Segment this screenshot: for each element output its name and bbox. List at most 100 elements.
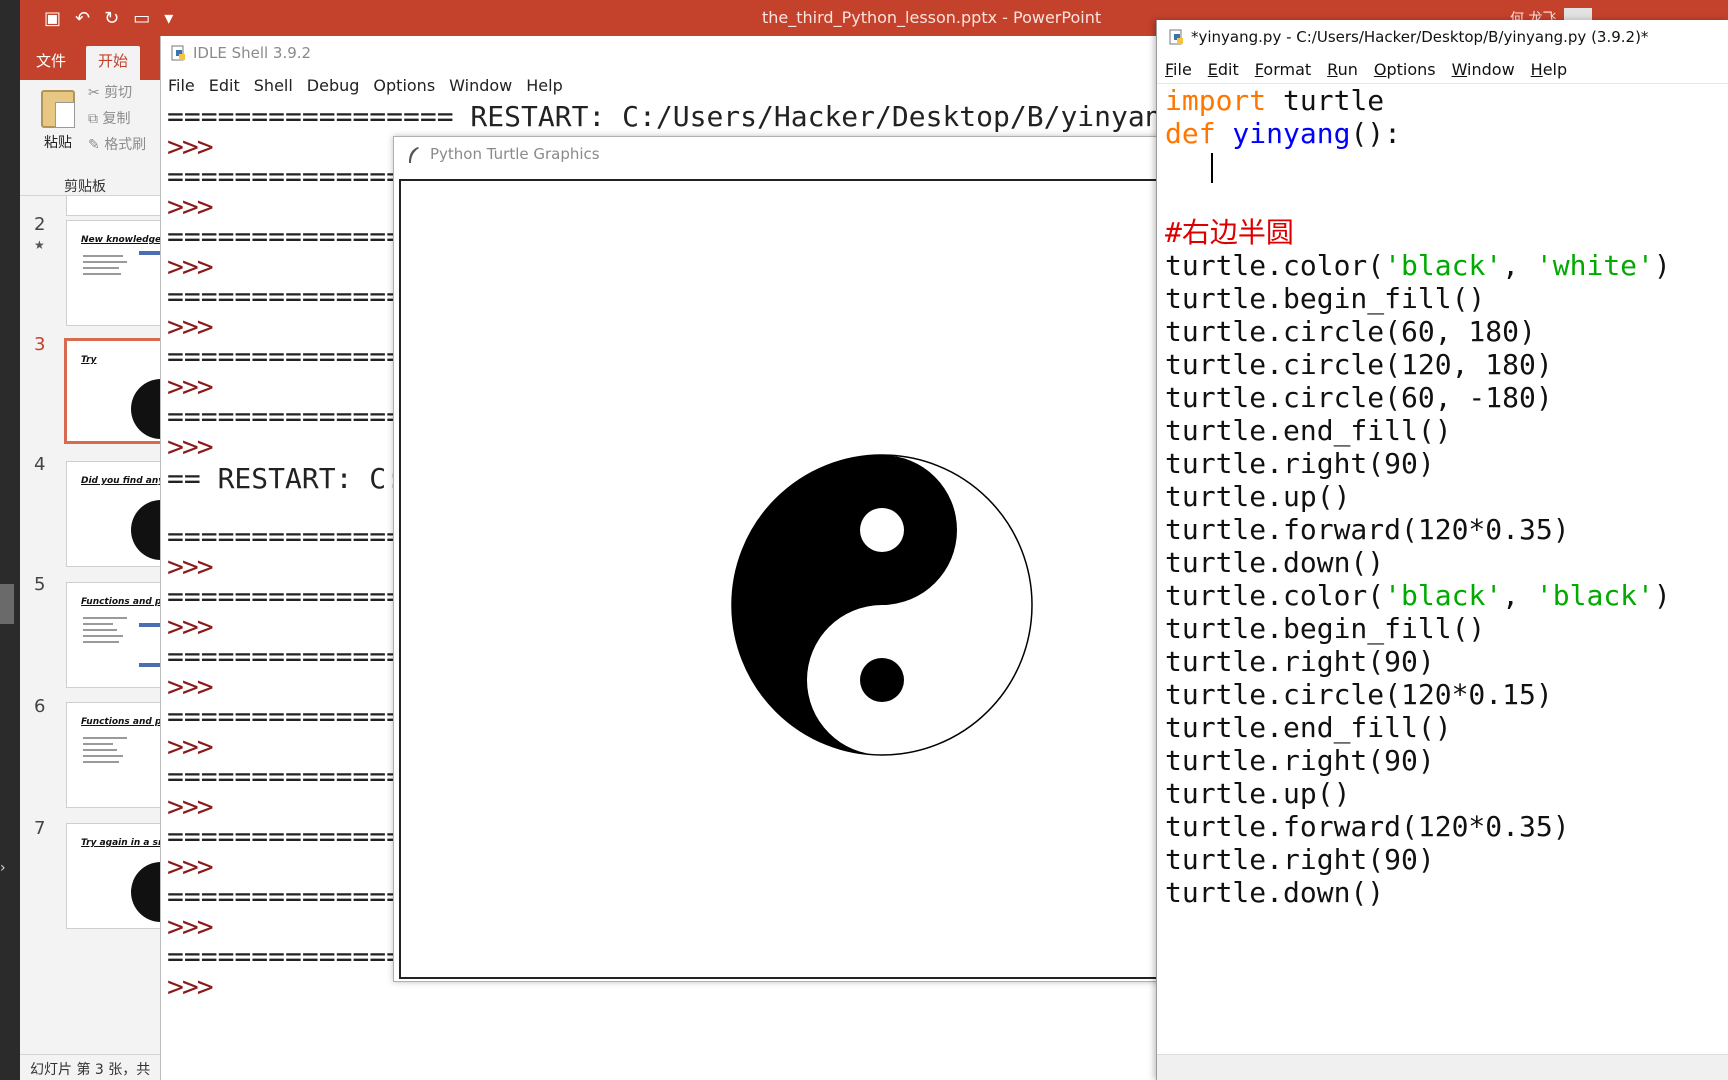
slide-number: 5: [34, 574, 46, 595]
idle-shell-title: IDLE Shell 3.9.2: [193, 44, 312, 62]
menu-format[interactable]: Format: [1247, 56, 1319, 83]
code-line: turtle.right(90): [1165, 744, 1435, 777]
slide-thumbnail-4[interactable]: Did you find anything: [66, 461, 166, 567]
paste-icon: [41, 90, 75, 128]
slide-thumbnail-title: Did you find anything: [81, 476, 165, 486]
code-line: turtle.down(): [1165, 876, 1385, 909]
redo-icon[interactable]: ↻: [104, 8, 119, 29]
menu-edit[interactable]: Edit: [1200, 56, 1247, 83]
code-text: ,: [1502, 579, 1536, 612]
slide-number: 4: [34, 454, 46, 475]
copy-button[interactable]: ⧉ 复制: [88, 108, 130, 128]
shell-restart-line: ================= RESTART: C:/Users/Hack…: [167, 100, 1161, 133]
clipboard-group-label: 剪贴板: [64, 179, 106, 195]
code-line: turtle.circle(120*0.15): [1165, 678, 1553, 711]
slide-thumbnail-title: Try again in a smart w: [81, 838, 165, 848]
shell-prompt: >>>: [167, 910, 214, 943]
menu-options[interactable]: Options: [366, 72, 442, 100]
slide-bullets: [83, 251, 153, 279]
turtle-graphics-window[interactable]: Python Turtle Graphics: [393, 136, 1160, 982]
copy-label: 复制: [102, 111, 131, 127]
code-text: ,: [1502, 249, 1536, 282]
code-line-cursor: [1165, 150, 1725, 183]
shell-prompt: >>>: [167, 670, 214, 703]
code-text: ): [1653, 579, 1671, 612]
idle-shell-titlebar[interactable]: IDLE Shell 3.9.2: [161, 36, 1160, 72]
menu-help[interactable]: Help: [1523, 56, 1575, 83]
code-line: turtle.circle(60, -180): [1165, 381, 1553, 414]
shell-prompt: >>>: [167, 730, 214, 763]
feather-icon: [409, 147, 419, 163]
editor-menubar: File Edit Format Run Options Window Help: [1157, 56, 1728, 84]
tab-file[interactable]: 文件: [24, 46, 78, 80]
slide-thumbnail-title: New knowledge: [81, 235, 162, 245]
code-text: turtle.color(: [1165, 249, 1385, 282]
horizontal-scrollbar[interactable]: [1157, 1054, 1728, 1080]
customize-icon[interactable]: ▾: [164, 8, 173, 29]
powerpoint-title: the_third_Python_lesson.pptx - PowerPoin…: [762, 8, 1102, 27]
editor-title: *yinyang.py - C:/Users/Hacker/Desktop/B/…: [1191, 28, 1649, 46]
paste-button[interactable]: 粘贴: [38, 90, 78, 152]
animation-star-icon: ★: [34, 238, 45, 252]
string-literal: 'white': [1535, 249, 1654, 282]
menu-options[interactable]: Options: [1366, 56, 1444, 83]
code-area[interactable]: import turtle def yinyang(): #右边半圆 turtl…: [1165, 84, 1725, 909]
expand-arrow-icon[interactable]: ›: [0, 860, 6, 876]
code-line: turtle.color('black', 'white'): [1165, 249, 1725, 282]
shell-prompt: >>>: [167, 190, 214, 223]
slide-thumbnail-title: Functions and param: [81, 597, 165, 607]
slide-number: 2: [34, 214, 46, 235]
ribbon-clipboard: 粘贴 ✂ 剪切 ⧉ 复制 ✎ 格式刷 剪贴板: [20, 80, 160, 196]
slide-thumbnail-2[interactable]: New knowledge: [66, 220, 166, 326]
code-line: turtle.forward(120*0.35): [1165, 810, 1570, 843]
menu-shell[interactable]: Shell: [247, 72, 300, 100]
string-literal: 'black': [1384, 249, 1503, 282]
ribbon-tabs: 文件 开始: [20, 38, 160, 80]
shell-prompt: >>>: [167, 790, 214, 823]
code-line: turtle.up(): [1165, 777, 1351, 810]
slide-thumbnail-5[interactable]: Functions and param: [66, 582, 166, 688]
menu-edit[interactable]: Edit: [202, 72, 247, 100]
menu-file[interactable]: File: [1157, 56, 1200, 83]
slide-thumbnail-title: Functions and param: [81, 717, 165, 727]
idle-shell-menubar: File Edit Shell Debug Options Window Hel…: [161, 72, 1160, 100]
code-line: turtle.circle(120, 180): [1165, 348, 1553, 381]
menu-window[interactable]: Window: [1444, 56, 1523, 83]
slide-thumbnail-6[interactable]: Functions and param: [66, 702, 166, 808]
present-icon[interactable]: ▭: [133, 8, 150, 29]
scroll-marker: [0, 584, 14, 624]
black-dot: [860, 658, 904, 702]
code-line: turtle.right(90): [1165, 645, 1435, 678]
menu-run[interactable]: Run: [1319, 56, 1366, 83]
slide-thumbnail-7[interactable]: Try again in a smart w: [66, 823, 166, 929]
shell-restart-line: == RESTART: C:: [167, 462, 404, 495]
undo-icon[interactable]: ↶: [75, 8, 90, 29]
save-icon[interactable]: ▣: [44, 8, 61, 29]
format-painter-button[interactable]: ✎ 格式刷: [88, 134, 146, 154]
code-line: turtle.begin_fill(): [1165, 282, 1486, 315]
menu-debug[interactable]: Debug: [300, 72, 367, 100]
slide-thumbnail-3[interactable]: Try: [64, 338, 164, 444]
code-text: ():: [1350, 117, 1402, 150]
turtle-titlebar[interactable]: Python Turtle Graphics: [394, 137, 1159, 173]
function-name: yinyang: [1215, 117, 1351, 150]
cut-label: 剪切: [104, 85, 133, 101]
cut-button[interactable]: ✂ 剪切: [88, 82, 132, 102]
code-text: ): [1653, 249, 1671, 282]
turtle-canvas[interactable]: [399, 179, 1159, 979]
quick-access-toolbar: ▣ ↶ ↻ ▭ ▾: [44, 8, 173, 29]
menu-file[interactable]: File: [161, 72, 202, 100]
string-literal: 'black': [1384, 579, 1503, 612]
editor-window[interactable]: *yinyang.py - C:/Users/Hacker/Desktop/B/…: [1156, 20, 1728, 1080]
editor-titlebar[interactable]: *yinyang.py - C:/Users/Hacker/Desktop/B/…: [1157, 20, 1728, 56]
slide-thumbnail-1[interactable]: [66, 196, 166, 216]
shell-prompt: >>>: [167, 610, 214, 643]
shell-prompt: >>>: [167, 250, 214, 283]
code-line: turtle.begin_fill(): [1165, 612, 1486, 645]
keyword-def: def: [1165, 117, 1216, 150]
menu-window[interactable]: Window: [442, 72, 519, 100]
menu-help[interactable]: Help: [519, 72, 569, 100]
shell-prompt: >>>: [167, 430, 214, 463]
code-line: turtle.up(): [1165, 480, 1351, 513]
tab-home[interactable]: 开始: [86, 46, 141, 80]
